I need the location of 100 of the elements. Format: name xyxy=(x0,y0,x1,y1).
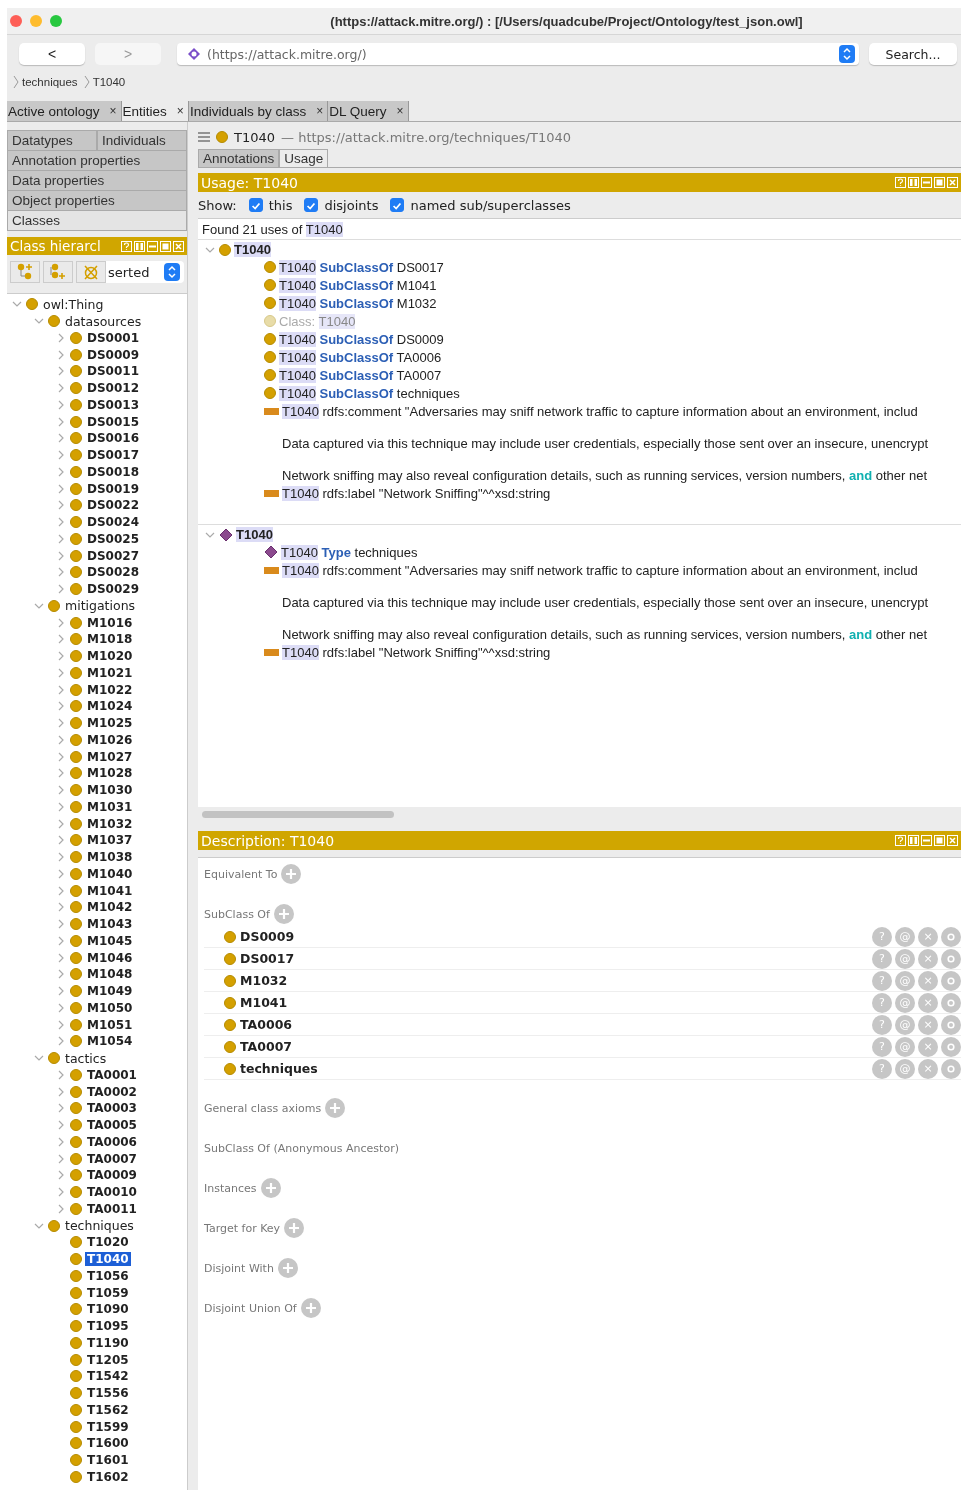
entity-tab[interactable]: Individuals xyxy=(97,130,187,151)
ring-button[interactable] xyxy=(941,992,961,1013)
tree-item[interactable]: DS0018 xyxy=(85,464,141,479)
add-icon[interactable] xyxy=(284,1218,305,1238)
address-field[interactable]: (https://attack.mitre.org/) xyxy=(177,43,859,65)
delete-class-button[interactable] xyxy=(76,261,106,283)
maximize-icon[interactable] xyxy=(934,835,945,846)
tree-item[interactable]: TA0007 xyxy=(85,1151,139,1166)
entity-tab[interactable]: Data properties xyxy=(7,171,187,191)
tree-item[interactable]: M1041 xyxy=(85,883,135,898)
tree-item[interactable]: TA0010 xyxy=(85,1185,139,1200)
tree-item[interactable]: DS0017 xyxy=(85,448,141,463)
split-icon[interactable] xyxy=(134,240,145,252)
tree-item[interactable]: DS0028 xyxy=(85,565,141,580)
entity-tab[interactable]: Datatypes xyxy=(7,130,97,151)
close-icon[interactable] xyxy=(947,177,958,188)
tree-item[interactable]: M1018 xyxy=(85,632,135,647)
tree-item[interactable]: M1042 xyxy=(85,900,135,915)
entity-tab[interactable]: Annotation properties xyxy=(7,151,187,171)
tab[interactable]: Active ontology × xyxy=(7,101,122,121)
minimize-icon[interactable] xyxy=(147,240,158,252)
tree-item[interactable]: M1032 xyxy=(85,816,135,831)
breadcrumb-item[interactable]: T1040 xyxy=(92,76,126,88)
add-icon[interactable] xyxy=(260,1178,281,1198)
minimize-window-button[interactable] xyxy=(30,15,42,27)
tree-item[interactable]: M1049 xyxy=(85,984,135,999)
tree-item[interactable]: M1051 xyxy=(85,1017,135,1032)
breadcrumb-item[interactable]: techniques xyxy=(22,76,78,88)
tree-item[interactable]: T1056 xyxy=(85,1268,131,1283)
scrollbar-thumb[interactable] xyxy=(202,810,394,818)
add-icon[interactable] xyxy=(300,1298,321,1318)
ring-button[interactable] xyxy=(941,1014,961,1035)
search-button[interactable]: Search... xyxy=(869,43,957,65)
tree-item[interactable]: M1016 xyxy=(85,615,135,630)
checkbox[interactable] xyxy=(248,198,263,212)
tree-item[interactable]: M1048 xyxy=(85,967,135,982)
tab[interactable]: Individuals by class × xyxy=(188,101,329,121)
tree-item[interactable]: T1040 xyxy=(85,1252,131,1267)
stepper-icon[interactable] xyxy=(839,45,855,63)
tree-item[interactable]: techniques xyxy=(63,1218,136,1234)
tree-item[interactable]: T1600 xyxy=(85,1436,131,1451)
tree-item[interactable]: M1026 xyxy=(85,732,135,747)
tree-item[interactable]: M1020 xyxy=(85,649,135,664)
tree-item[interactable]: T1095 xyxy=(85,1319,131,1334)
tree-item[interactable]: M1021 xyxy=(85,665,135,680)
add-icon[interactable] xyxy=(281,864,302,884)
ring-button[interactable] xyxy=(941,970,961,991)
tree-item[interactable]: TA0001 xyxy=(85,1067,139,1082)
tree-item[interactable]: M1022 xyxy=(85,682,135,697)
tree-item[interactable]: T1020 xyxy=(85,1235,131,1250)
close-icon[interactable] xyxy=(173,240,184,252)
menu-icon[interactable] xyxy=(198,132,210,142)
zoom-window-button[interactable] xyxy=(50,15,62,27)
close-window-button[interactable] xyxy=(10,15,22,27)
close-icon[interactable] xyxy=(947,835,958,846)
maximize-icon[interactable] xyxy=(160,240,171,252)
entity-tab[interactable]: Classes xyxy=(7,211,187,231)
tree-item[interactable]: T1601 xyxy=(85,1453,131,1468)
tree-item[interactable]: M1043 xyxy=(85,917,135,932)
tree-item[interactable]: M1030 xyxy=(85,783,135,798)
tree-item[interactable]: DS0027 xyxy=(85,548,141,563)
tree-item[interactable]: datasources xyxy=(63,313,144,329)
add-icon[interactable] xyxy=(325,1098,346,1118)
tree-item[interactable]: DS0012 xyxy=(85,381,141,396)
minimize-icon[interactable] xyxy=(921,177,932,188)
tree-item[interactable]: TA0003 xyxy=(85,1101,139,1116)
view-tab[interactable]: Usage xyxy=(279,149,329,167)
minimize-icon[interactable] xyxy=(921,835,932,846)
add-subclass-button[interactable] xyxy=(10,261,40,283)
tree-item[interactable]: DS0013 xyxy=(85,397,141,412)
ring-button[interactable] xyxy=(941,926,961,947)
tree-item[interactable]: T1542 xyxy=(85,1369,131,1384)
tab[interactable]: Entities × xyxy=(121,101,189,121)
tree-item[interactable]: M1024 xyxy=(85,699,135,714)
split-icon[interactable] xyxy=(908,177,919,188)
tree-item[interactable]: M1045 xyxy=(85,933,135,948)
tree-item[interactable]: DS0019 xyxy=(85,481,141,496)
back-button[interactable]: < xyxy=(19,43,85,65)
help-icon[interactable] xyxy=(121,240,132,252)
tree-item[interactable]: M1027 xyxy=(85,749,135,764)
tree-item[interactable]: M1050 xyxy=(85,1000,135,1015)
tree-item[interactable]: TA0009 xyxy=(85,1168,139,1183)
tree-item[interactable]: M1031 xyxy=(85,799,135,814)
tree-item[interactable]: DS0001 xyxy=(85,330,141,345)
tree-item[interactable]: DS0009 xyxy=(85,347,141,362)
tree-item[interactable]: TA0005 xyxy=(85,1118,139,1133)
add-icon[interactable] xyxy=(273,904,294,924)
tree-item[interactable]: DS0016 xyxy=(85,431,141,446)
tree-item[interactable]: T1059 xyxy=(85,1285,131,1300)
tree-item[interactable]: M1054 xyxy=(85,1034,135,1049)
checkbox[interactable] xyxy=(304,198,319,212)
hierarchy-dropdown[interactable]: serted xyxy=(106,261,184,283)
entity-tab[interactable]: Object properties xyxy=(7,191,187,211)
maximize-icon[interactable] xyxy=(934,177,945,188)
view-tab[interactable]: Annotations xyxy=(198,149,280,167)
tree-item[interactable]: DS0029 xyxy=(85,582,141,597)
tree-item[interactable]: M1037 xyxy=(85,833,135,848)
help-icon[interactable] xyxy=(895,177,906,188)
tree-item[interactable]: T1562 xyxy=(85,1402,131,1417)
tree-item[interactable]: owl:Thing xyxy=(41,296,106,312)
